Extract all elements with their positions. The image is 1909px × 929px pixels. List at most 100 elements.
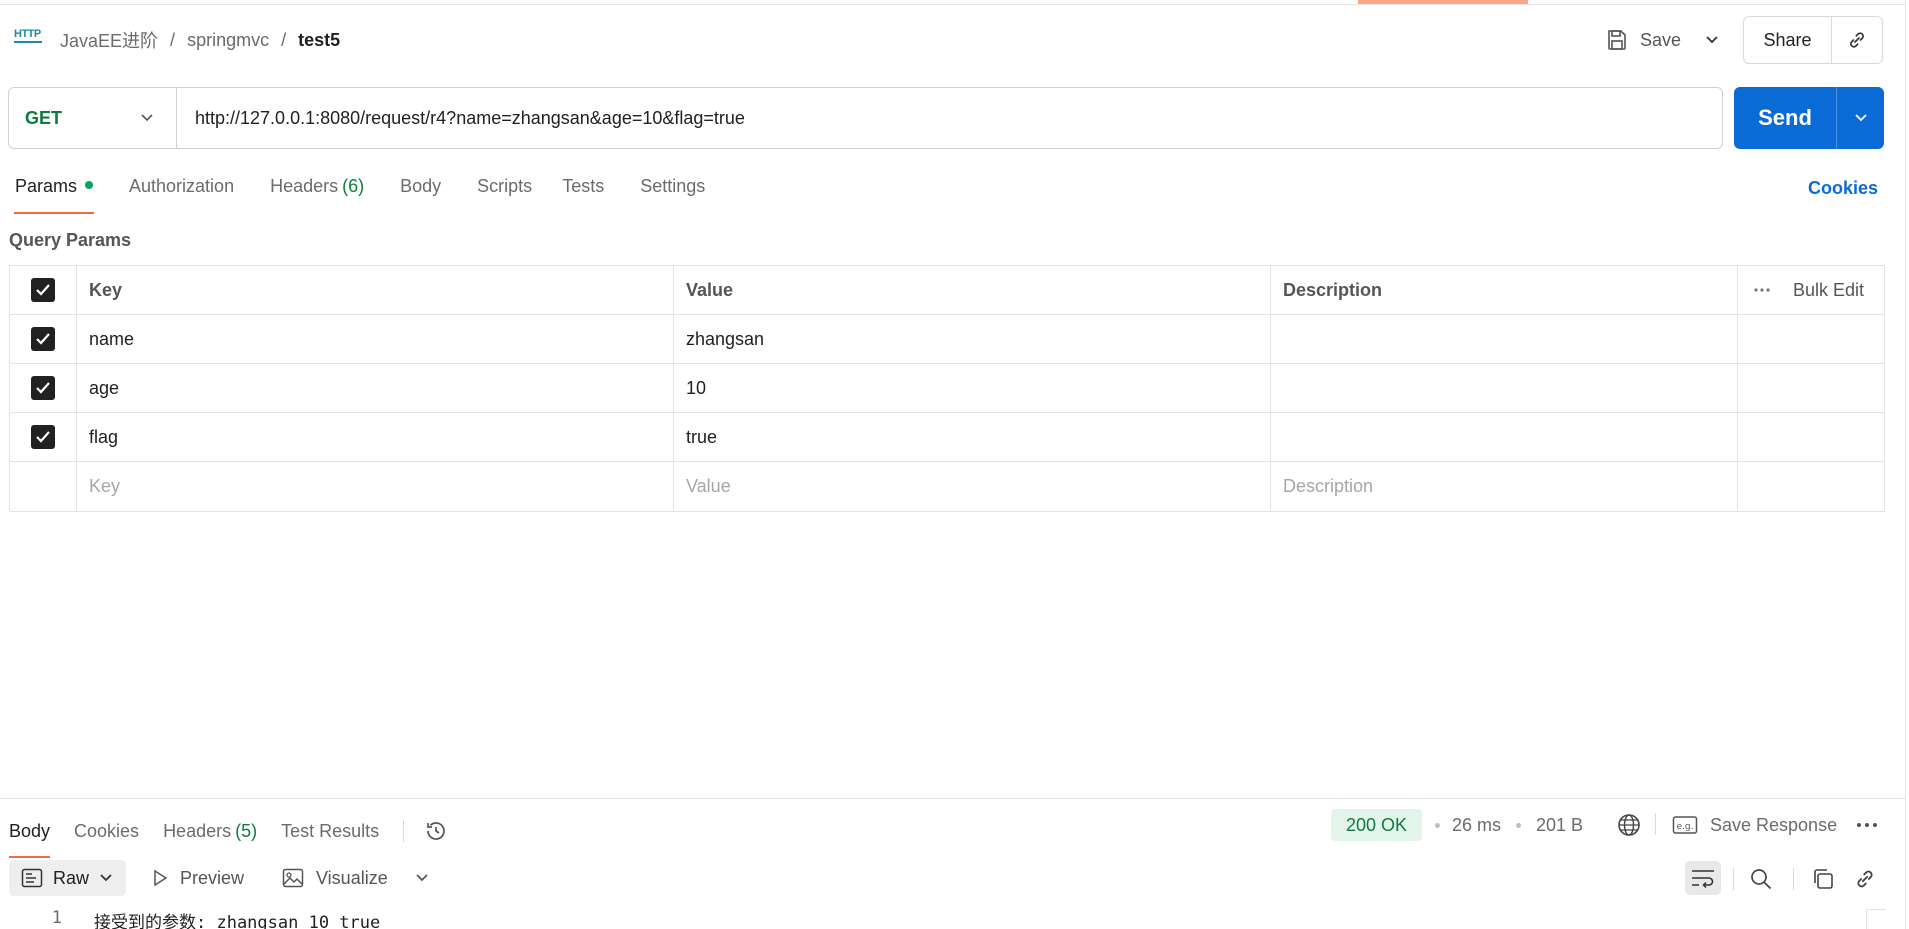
response-size[interactable]: 201 B — [1536, 813, 1583, 837]
headers-count: (6) — [342, 176, 365, 196]
request-tabs: Params Authorization Headers (6) Body Scr… — [13, 176, 741, 214]
param-value-input[interactable]: zhangsan — [674, 315, 1271, 363]
response-tab-cookies[interactable]: Cookies — [74, 813, 139, 849]
breadcrumb-collection[interactable]: JavaEE进阶 — [60, 27, 158, 53]
breadcrumb-folder[interactable]: springmvc — [187, 30, 269, 51]
breadcrumb-separator: / — [170, 29, 176, 50]
meta-separator — [1435, 823, 1440, 828]
row-checkbox[interactable] — [31, 327, 55, 351]
new-param-row: Key Value Description — [10, 462, 1884, 511]
param-key-input[interactable]: flag — [77, 413, 674, 461]
chevron-down-icon — [1705, 35, 1719, 45]
param-description-input[interactable] — [1271, 364, 1738, 412]
top-border — [0, 0, 1906, 5]
response-tab-test-results[interactable]: Test Results — [281, 813, 379, 849]
more-options-icon[interactable] — [1753, 287, 1771, 293]
select-all-checkbox[interactable] — [31, 278, 55, 302]
scroll-corner — [1866, 909, 1886, 929]
chevron-down-icon — [99, 873, 113, 883]
row-checkbox[interactable] — [31, 425, 55, 449]
param-value-input[interactable]: true — [674, 413, 1271, 461]
toolbar-separator — [1655, 813, 1656, 835]
response-more-button[interactable] — [1856, 813, 1878, 837]
new-key-input[interactable]: Key — [77, 462, 674, 511]
tab-separator — [403, 820, 405, 842]
save-response-button[interactable]: e.g. Save Response — [1672, 813, 1837, 837]
param-key-input[interactable]: age — [77, 364, 674, 412]
tab-scripts[interactable]: Scripts — [477, 176, 532, 212]
send-button-group: Send — [1734, 87, 1884, 149]
chevron-down-icon — [415, 873, 429, 883]
param-description-input[interactable] — [1271, 413, 1738, 461]
response-tab-body[interactable]: Body — [9, 813, 51, 858]
visualize-button[interactable]: Visualize — [282, 860, 388, 896]
new-value-input[interactable]: Value — [674, 462, 1271, 511]
bulk-edit-button[interactable]: Bulk Edit — [1793, 280, 1864, 301]
wrap-lines-icon — [1690, 868, 1716, 888]
table-header-row: Key Value Description Bulk Edit — [10, 266, 1884, 315]
response-body-line[interactable]: 1 接受到的参数: zhangsan 10 true — [0, 908, 380, 929]
visualize-options-button[interactable] — [410, 860, 434, 896]
param-value-input[interactable]: 10 — [674, 364, 1271, 412]
more-options-icon — [1856, 822, 1878, 828]
search-button[interactable] — [1748, 866, 1774, 892]
link-icon — [1853, 867, 1877, 891]
send-button[interactable]: Send — [1734, 87, 1837, 149]
share-button[interactable]: Share — [1744, 17, 1832, 63]
history-icon — [424, 819, 448, 843]
wrap-lines-button[interactable] — [1685, 861, 1721, 895]
chevron-down-icon — [140, 113, 154, 123]
send-options-button[interactable] — [1837, 87, 1884, 149]
toolbar-separator — [1733, 868, 1734, 890]
play-icon — [152, 869, 168, 887]
save-options-button[interactable] — [1700, 24, 1724, 56]
share-button-group: Share — [1743, 16, 1883, 64]
format-select[interactable]: Raw — [9, 860, 126, 896]
response-tab-headers[interactable]: Headers (5) — [163, 813, 257, 849]
breadcrumb: JavaEE进阶 / springmvc / test5 — [60, 27, 340, 53]
tab-settings[interactable]: Settings — [640, 176, 705, 212]
tab-authorization[interactable]: Authorization — [129, 176, 234, 212]
param-key-input[interactable]: name — [77, 315, 674, 363]
line-text: 接受到的参数: zhangsan 10 true — [94, 913, 381, 929]
url-input[interactable]: http://127.0.0.1:8080/request/r4?name=zh… — [177, 108, 745, 129]
query-params-table: Key Value Description Bulk Edit name zha… — [9, 265, 1885, 512]
response-time[interactable]: 26 ms — [1452, 813, 1501, 837]
chevron-down-icon — [1854, 113, 1868, 123]
tab-tests[interactable]: Tests — [562, 176, 604, 212]
copy-link-button[interactable] — [1832, 17, 1882, 63]
example-icon: e.g. — [1672, 815, 1698, 835]
params-active-dot — [85, 181, 94, 190]
param-description-input[interactable] — [1271, 315, 1738, 363]
tab-body[interactable]: Body — [400, 176, 441, 212]
row-checkbox[interactable] — [31, 376, 55, 400]
raw-format-icon — [21, 868, 43, 888]
network-info-button[interactable] — [1616, 813, 1642, 837]
cookies-link[interactable]: Cookies — [1808, 178, 1878, 199]
method-select[interactable]: GET — [9, 88, 177, 148]
tab-headers[interactable]: Headers (6) — [270, 176, 364, 212]
format-value: Raw — [53, 867, 90, 888]
tab-params[interactable]: Params — [13, 176, 95, 214]
history-button[interactable] — [424, 813, 448, 849]
meta-separator — [1516, 823, 1521, 828]
right-panel-border — [1905, 0, 1909, 929]
method-value: GET — [25, 107, 63, 128]
copy-link-response-button[interactable] — [1852, 866, 1878, 892]
copy-button[interactable] — [1810, 866, 1836, 892]
new-description-input[interactable]: Description — [1271, 462, 1738, 511]
http-icon: HTTP — [14, 27, 42, 51]
breadcrumb-separator: / — [281, 29, 287, 50]
save-button[interactable]: Save — [1606, 24, 1681, 56]
save-icon — [1606, 29, 1628, 51]
line-number: 1 — [51, 908, 62, 928]
status-badge[interactable]: 200 OK — [1331, 809, 1422, 841]
preview-button[interactable]: Preview — [152, 860, 244, 896]
table-row: age 10 — [10, 364, 1884, 413]
toolbar-separator — [1793, 868, 1794, 890]
link-icon — [1846, 29, 1868, 51]
breadcrumb-request[interactable]: test5 — [298, 30, 340, 51]
active-tab-indicator — [1358, 0, 1528, 4]
table-row: name zhangsan — [10, 315, 1884, 364]
response-divider[interactable] — [0, 798, 1906, 799]
